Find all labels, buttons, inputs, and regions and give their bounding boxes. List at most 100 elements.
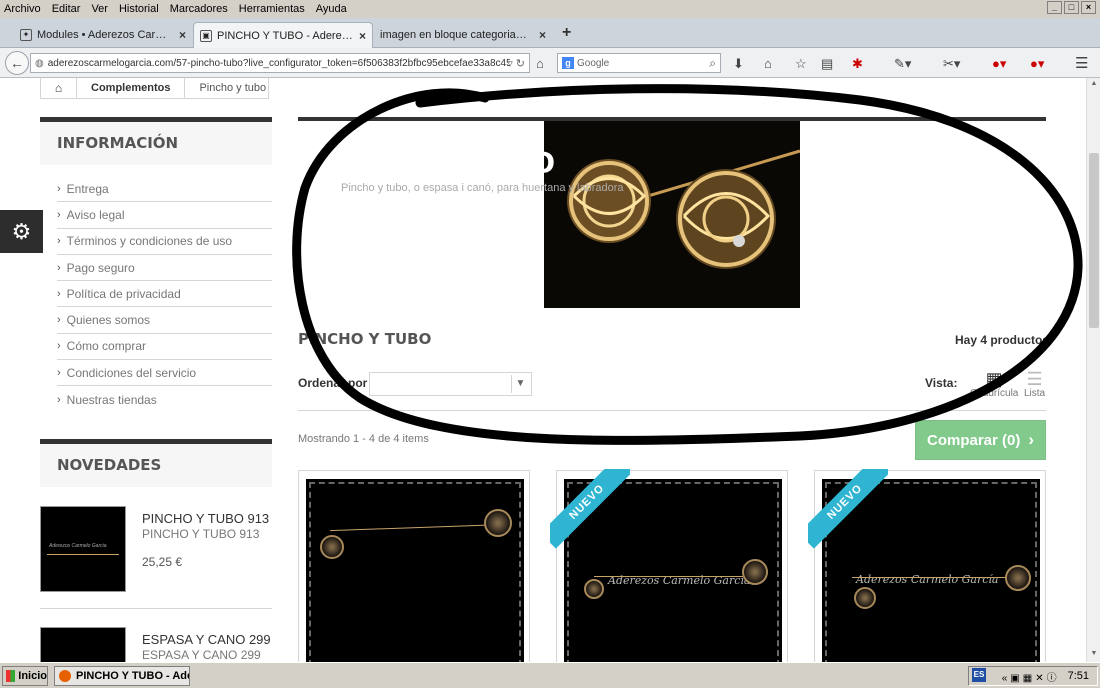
ball-graphic (1005, 565, 1031, 591)
scroll-down-icon[interactable]: ▼ (1089, 650, 1099, 660)
new-product-price: 25,25 € (142, 555, 183, 569)
thumbnail-watermark: Aderezos Carmelo Garcia (49, 543, 107, 549)
info-link[interactable]: › Entrega (57, 176, 272, 203)
windows-logo-icon (6, 670, 16, 682)
taskbar-window-button[interactable]: PINCHO Y TUBO - Ader... (54, 666, 190, 686)
info-link[interactable]: › Términos y condiciones de uso (57, 229, 272, 255)
product-card[interactable] (298, 470, 530, 662)
new-badge: NUEVO (550, 469, 630, 549)
new-products-title: NOVEDADES (40, 439, 272, 487)
info-link-label: Cómo comprar (66, 339, 147, 354)
tab-label: Modules • Aderezos Carmelo ... (37, 29, 175, 41)
ball-graphic (854, 587, 876, 609)
info-link[interactable]: › Cómo comprar (57, 334, 272, 361)
search-input[interactable]: g Google ⌕ (557, 53, 721, 73)
info-link[interactable]: › Quienes somos (57, 307, 272, 334)
site-favicon-icon: ▣ (200, 29, 212, 42)
product-card[interactable]: Aderezos Carmelo García NUEVO (550, 469, 788, 662)
menu-help[interactable]: Ayuda (316, 3, 347, 15)
menu-edit[interactable]: Editar (52, 3, 81, 15)
close-tab-icon[interactable]: × (179, 28, 186, 42)
chevron-right-icon: › (57, 261, 61, 274)
divider (40, 608, 272, 609)
chevron-right-icon: › (57, 287, 61, 300)
category-heading: PINCHO Y TUBO (298, 330, 432, 348)
ball-graphic (584, 579, 604, 599)
info-link[interactable]: › Condiciones del servicio (57, 360, 272, 387)
home-icon[interactable]: ⌂ (764, 56, 772, 71)
ball-graphic (320, 535, 344, 559)
new-tab-button[interactable]: + (562, 24, 571, 42)
search-icon[interactable]: ⌕ (709, 56, 716, 71)
new-product-name[interactable]: PINCHO Y TUBO 913 (142, 511, 269, 526)
taskbar-window-label: PINCHO Y TUBO - Ader... (76, 670, 189, 682)
compare-button[interactable]: Comparar (0) › (915, 420, 1046, 460)
menu-bar: Archivo Editar Ver Historial Marcadores … (0, 0, 1100, 18)
vertical-scrollbar[interactable]: ▲ ▼ (1086, 78, 1100, 662)
tray-icons[interactable]: «▣▦✕ⓘ (1002, 669, 1060, 684)
hamburger-menu-icon[interactable]: ☰ (1075, 54, 1088, 72)
close-window-button[interactable]: × (1081, 1, 1096, 14)
close-tab-icon[interactable]: × (359, 29, 366, 43)
chevron-right-icon: › (57, 314, 61, 327)
info-link[interactable]: › Aviso legal (57, 202, 272, 229)
adblock-icon[interactable]: ●▾ (992, 56, 1006, 72)
scrollbar-thumb[interactable] (1089, 153, 1099, 328)
tab-imagen-bloque[interactable]: imagen en bloque categorias prest... × (374, 22, 552, 48)
adblock-options-icon[interactable]: ●▾ (1030, 56, 1044, 72)
close-tab-icon[interactable]: × (539, 28, 546, 42)
site-favicon-icon: ✦ (20, 29, 32, 41)
tab-modules[interactable]: ✦ Modules • Aderezos Carmelo ... × (14, 22, 192, 48)
minimize-button[interactable]: _ (1047, 1, 1062, 14)
home-icon[interactable]: ⌂ (41, 78, 77, 98)
info-link-label: Condiciones del servicio (66, 365, 197, 380)
compare-label: Comparar (0) (926, 431, 1021, 449)
list-view-button[interactable]: ☰ Lista (1024, 370, 1045, 399)
info-link[interactable]: › Política de privacidad (57, 281, 272, 308)
reload-icon[interactable]: ▿ ↻ (507, 57, 525, 70)
sort-select[interactable]: ▼ (369, 372, 532, 396)
menu-view[interactable]: Ver (91, 3, 108, 15)
bookmark-star-icon[interactable]: ☆ (795, 56, 807, 72)
category-description: Pincho y tubo, o espasa i canó, para hue… (341, 182, 624, 194)
product-card[interactable]: Aderezos Carmelo García NUEVO (808, 469, 1046, 662)
new-ribbon: NUEVO (808, 469, 888, 549)
tab-pincho-y-tubo[interactable]: ▣ PINCHO Y TUBO - Aderezos C... × (193, 22, 373, 48)
addon-icon[interactable]: ✱ (852, 56, 863, 72)
new-product-name[interactable]: ESPASA Y CANO 299 (142, 632, 271, 647)
new-product-thumbnail[interactable] (40, 627, 126, 662)
pin-graphic (852, 577, 1012, 578)
info-link[interactable]: › Nuestras tiendas (57, 386, 272, 412)
back-button[interactable]: ← (5, 51, 29, 75)
new-ribbon: NUEVO (550, 469, 630, 549)
menu-bookmarks[interactable]: Marcadores (170, 3, 228, 15)
clipboard-icon[interactable]: ▤ (821, 56, 833, 72)
scroll-up-icon[interactable]: ▲ (1089, 80, 1099, 90)
jewelry-balls-photo (544, 121, 800, 308)
reader-icon[interactable]: ⌂ (536, 56, 544, 71)
globe-icon: ◍ (35, 57, 44, 69)
grid-view-button[interactable]: ▦ Cuadrícula (970, 370, 1018, 399)
info-block-title: INFORMACIÓN (40, 117, 272, 165)
info-link-label: Quienes somos (66, 313, 151, 328)
menu-file[interactable]: Archivo (4, 3, 41, 15)
ball-graphic (484, 509, 512, 537)
menu-history[interactable]: Historial (119, 3, 159, 15)
tools-icon[interactable]: ✂▾ (943, 56, 960, 72)
list-icon: ☰ (1026, 369, 1043, 389)
menu-tools[interactable]: Herramientas (239, 3, 305, 15)
product-image[interactable] (306, 479, 524, 662)
navigation-bar: ← ◍ aderezoscarmelogarcia.com/57-pincho-… (0, 48, 1100, 78)
new-product-thumbnail[interactable]: Aderezos Carmelo Garcia (40, 506, 126, 592)
start-button[interactable]: Inicio (2, 666, 48, 686)
chevron-right-icon: › (57, 208, 61, 221)
new-product-description: ESPASA Y CANO 299 (142, 648, 261, 662)
new-product-description: PINCHO Y TUBO 913 (142, 527, 260, 541)
dropper-icon[interactable]: ✎▾ (894, 56, 911, 72)
gear-icon[interactable]: ⚙ (0, 210, 43, 253)
maximize-button[interactable]: □ (1064, 1, 1079, 14)
info-link[interactable]: › Pago seguro (57, 255, 272, 282)
download-icon[interactable]: ⬇ (733, 56, 744, 72)
breadcrumb-link[interactable]: Complementos (77, 78, 186, 98)
address-bar[interactable]: ◍ aderezoscarmelogarcia.com/57-pincho-tu… (30, 53, 530, 73)
